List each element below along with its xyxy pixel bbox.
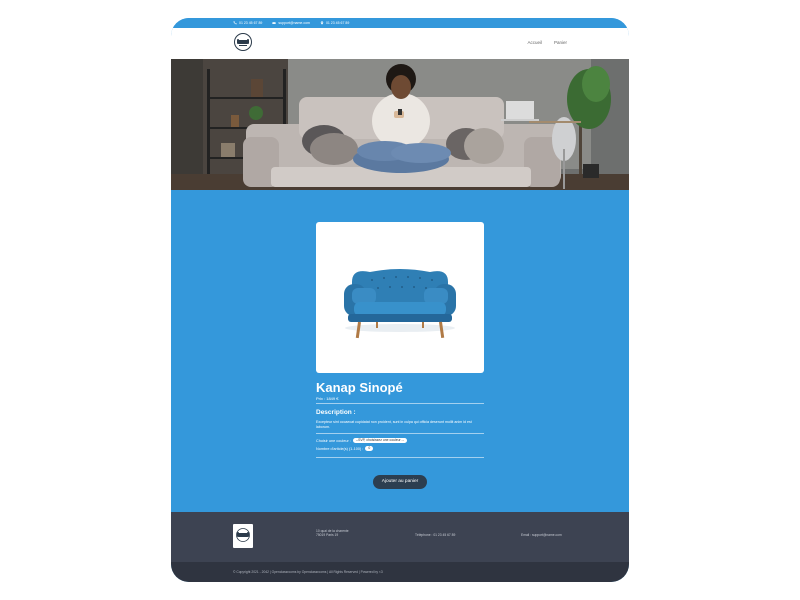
quantity-input[interactable]: 0 bbox=[365, 446, 374, 451]
footer-phone[interactable]: Téléphone : 01 23 45 67 89 bbox=[415, 533, 455, 537]
nav-link-accueil[interactable]: Accueil bbox=[527, 40, 542, 45]
topbar-location-text: 01 23 45 67 89 bbox=[325, 21, 350, 25]
product-price: Prix : 1849 € bbox=[316, 396, 339, 401]
footer-logo-icon[interactable] bbox=[233, 524, 253, 548]
footer-logo-sofa-icon bbox=[236, 528, 250, 542]
color-label: Choisir une couleur : bbox=[316, 438, 351, 443]
hero-living-room-image bbox=[171, 59, 629, 190]
topbar-email-text: support@name.com bbox=[278, 21, 310, 25]
topbar-phone[interactable]: 01 23 45 67 89 bbox=[233, 21, 262, 25]
product-section: Kanap Sinopé Prix : 1849 € Description :… bbox=[171, 190, 629, 512]
logo-sofa-icon bbox=[237, 39, 249, 46]
quantity-option-row: Nombre d'article(s) (1-100) : 0 bbox=[316, 446, 374, 451]
copyright-bar: © Copyright 2021 - 2042 | Openclassrooms… bbox=[171, 562, 629, 582]
nav-link-panier[interactable]: Panier bbox=[554, 40, 567, 45]
add-to-cart-button[interactable]: Ajouter au panier bbox=[373, 475, 427, 489]
divider bbox=[316, 457, 484, 458]
logo-icon[interactable] bbox=[234, 33, 252, 51]
top-info-bar: 01 23 45 67 89 support@name.com 01 23 45… bbox=[171, 18, 629, 28]
color-option-row: Choisir une couleur : --SVP, choisissez … bbox=[316, 438, 407, 443]
sofa-icon bbox=[344, 269, 456, 339]
divider bbox=[316, 403, 484, 404]
quantity-label: Nombre d'article(s) (1-100) : bbox=[316, 446, 364, 451]
location-icon bbox=[320, 21, 324, 25]
mail-icon bbox=[272, 21, 277, 24]
hero-image bbox=[171, 59, 629, 190]
phone-icon bbox=[233, 21, 237, 25]
description-text: Excepteur sint occaecat cupidatat non pr… bbox=[316, 420, 472, 429]
footer-address-line2: 75019 Paris 19 bbox=[316, 533, 339, 538]
browser-frame: 01 23 45 67 89 support@name.com 01 23 45… bbox=[171, 18, 629, 582]
copyright-text: © Copyright 2021 - 2042 | Openclassrooms… bbox=[233, 570, 383, 574]
topbar-phone-text: 01 23 45 67 89 bbox=[239, 21, 263, 25]
topbar-location[interactable]: 01 23 45 67 89 bbox=[320, 21, 349, 25]
main-nav: Accueil Panier bbox=[527, 40, 567, 45]
divider bbox=[316, 433, 484, 434]
description-title: Description : bbox=[316, 409, 356, 416]
product-image-card bbox=[316, 222, 484, 373]
site-header: Accueil Panier bbox=[171, 28, 629, 59]
site-footer: 10 quai de la charente 75019 Paris 19 Té… bbox=[171, 512, 629, 562]
footer-address: 10 quai de la charente 75019 Paris 19 bbox=[316, 529, 349, 538]
product-title: Kanap Sinopé bbox=[316, 380, 403, 395]
color-select[interactable]: --SVP, choisissez une couleur -- bbox=[352, 438, 407, 443]
topbar-email[interactable]: support@name.com bbox=[272, 21, 310, 25]
footer-email[interactable]: Email : support@name.com bbox=[521, 533, 562, 537]
